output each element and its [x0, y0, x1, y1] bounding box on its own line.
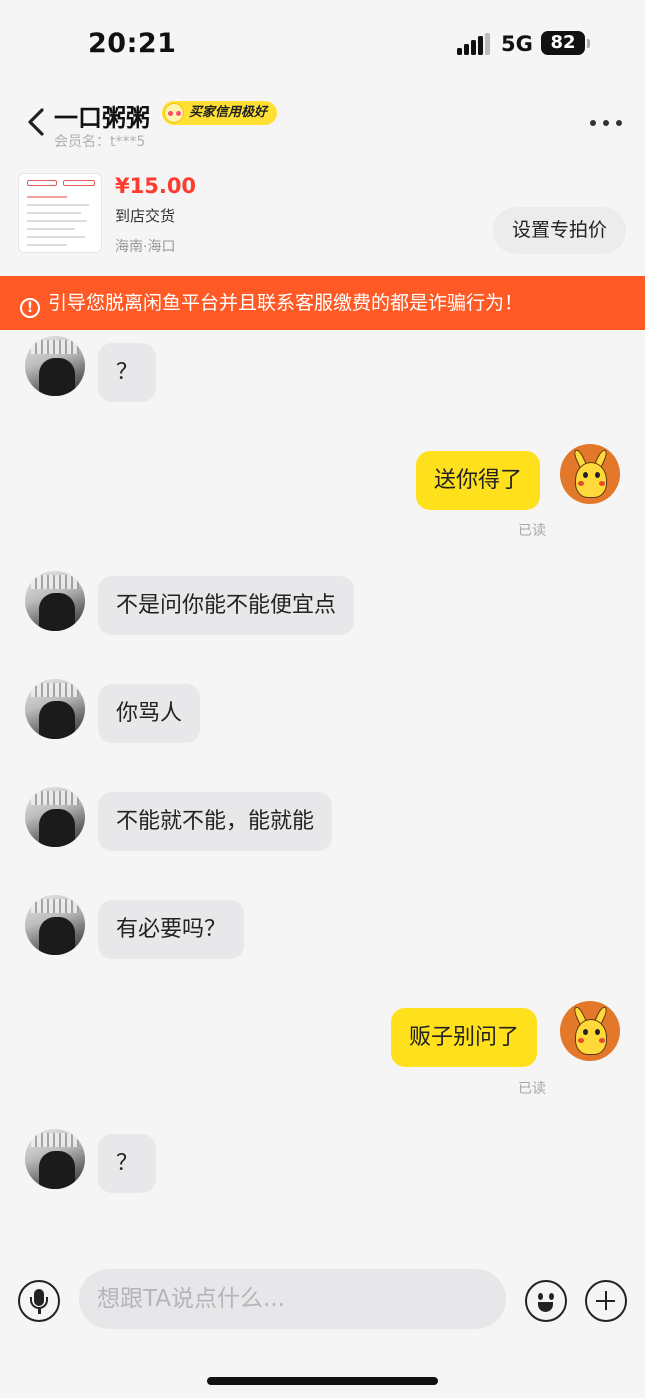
avatar[interactable] [25, 787, 85, 847]
member-label: 会员名：t***5 [54, 134, 146, 150]
scam-warning-banner: ! 引导您脱离闲鱼平台并且联系客服缴费的都是诈骗行为！ [0, 276, 645, 330]
message-bubble-left[interactable]: ？ [98, 1134, 157, 1193]
plus-icon[interactable] [585, 1280, 627, 1322]
avatar[interactable] [25, 336, 85, 396]
warning-text: 引导您脱离闲鱼平台并且联系客服缴费的都是诈骗行为！ [48, 292, 524, 314]
message-bubble-right[interactable]: 送你得了 [416, 451, 541, 510]
avatar[interactable] [560, 1001, 620, 1061]
avatar[interactable] [25, 895, 85, 955]
battery-tip [587, 39, 590, 48]
delivery-method: 到店交货 [115, 207, 176, 225]
message-bubble-left[interactable]: 有必要吗？ [98, 900, 245, 959]
message-bubble-left[interactable]: 你骂人 [98, 684, 201, 743]
message-bubble-left[interactable]: 不能就不能，能就能 [98, 792, 333, 851]
battery-icon: 82 [541, 31, 585, 55]
avatar[interactable] [25, 679, 85, 739]
product-price: ¥15.00 [115, 174, 197, 198]
chevron-left-icon[interactable] [22, 104, 54, 140]
status-time: 20:21 [88, 28, 177, 59]
credit-badge-label: 买家信用极好 [189, 105, 268, 120]
chat-title: 一口粥粥 [54, 104, 150, 132]
heart-eyes-icon [164, 103, 184, 123]
credit-badge: 买家信用极好 [162, 101, 278, 125]
emoji-icon[interactable] [525, 1280, 567, 1322]
message-bubble-left[interactable]: ？ [98, 343, 157, 402]
product-location: 海南·海口 [115, 239, 176, 255]
read-receipt: 已读 [518, 1081, 546, 1097]
more-dots-icon[interactable] [588, 118, 624, 128]
message-bubble-left[interactable]: 不是问你能不能便宜点 [98, 576, 355, 635]
avatar[interactable] [25, 1129, 85, 1189]
avatar[interactable] [25, 571, 85, 631]
read-receipt: 已读 [518, 523, 546, 539]
product-thumbnail[interactable] [18, 173, 102, 253]
warning-circle-icon: ! [20, 298, 40, 318]
message-input[interactable] [79, 1269, 506, 1329]
message-bubble-right[interactable]: 贩子别问了 [391, 1008, 538, 1067]
status-bar: 20:21 5G 82 [0, 0, 645, 90]
microphone-icon[interactable] [18, 1280, 60, 1322]
network-label: 5G [501, 32, 533, 56]
avatar[interactable] [560, 444, 620, 504]
home-indicator[interactable] [207, 1377, 438, 1385]
signal-icon [457, 33, 491, 55]
set-special-price-button[interactable]: 设置专拍价 [493, 207, 626, 254]
